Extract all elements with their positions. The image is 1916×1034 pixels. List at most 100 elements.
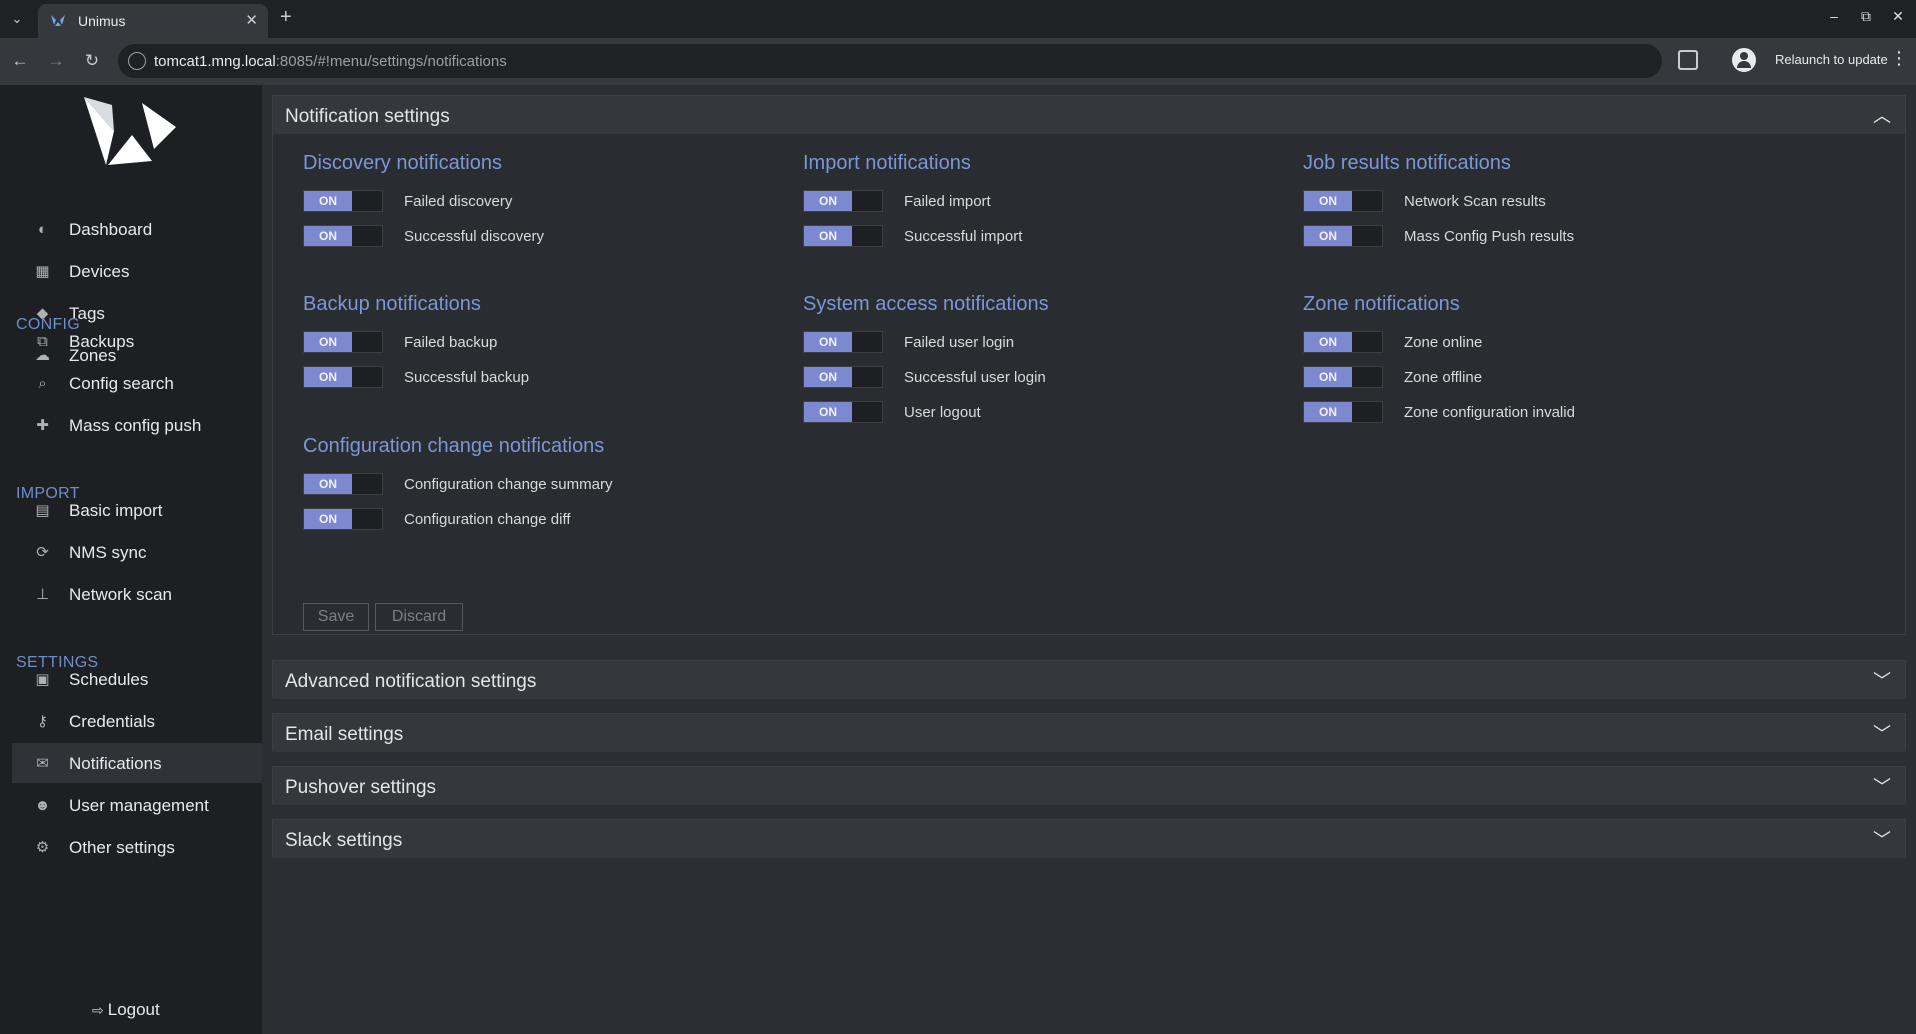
sidebar-item-label: Config search — [69, 374, 174, 393]
sidebar-item-credentials[interactable]: ⚷ Credentials — [12, 701, 262, 741]
toggle-failed-backup[interactable]: ON — [303, 331, 383, 353]
unimus-logo — [84, 97, 176, 165]
sidebar-item-notifications[interactable]: ✉ Notifications — [12, 743, 262, 783]
toggle-mass-config-push-results[interactable]: ON — [1303, 225, 1383, 247]
logout-icon: ⇨ — [92, 1002, 104, 1018]
toggle-zone-configuration-invalid[interactable]: ON — [1303, 401, 1383, 423]
chevron-down-icon[interactable]: ﹀ — [1873, 826, 1891, 852]
address-bar[interactable]: tomcat1.mng.local:8085/#!menu/settings/n… — [118, 44, 1662, 78]
toggle-on-label: ON — [804, 332, 852, 352]
group-title-discovery: Discovery notifications — [303, 152, 502, 174]
chevron-down-icon[interactable]: ﹀ — [1873, 773, 1891, 799]
sidebar-item-other-settings[interactable]: ⚙ Other settings — [12, 827, 262, 867]
calendar-icon: ▣ — [35, 671, 50, 688]
sidebar-item-mass-config-push[interactable]: ✚ Mass config push — [12, 405, 262, 445]
back-icon[interactable]: ← — [8, 49, 32, 73]
logout-link[interactable]: ⇨ Logout — [92, 1000, 160, 1020]
key-icon: ⚷ — [37, 713, 48, 730]
minimize-icon[interactable]: – — [1824, 8, 1844, 24]
restore-icon[interactable]: ⧉ — [1856, 8, 1876, 25]
toggle-zone-offline[interactable]: ON — [1303, 366, 1383, 388]
toggle-failed-import[interactable]: ON — [803, 190, 883, 212]
extensions-icon[interactable] — [1678, 50, 1698, 70]
toggle-label: Successful discovery — [404, 228, 545, 245]
reload-icon[interactable]: ↻ — [80, 49, 104, 73]
sidebar-item-label: Devices — [69, 262, 130, 281]
panel-header[interactable]: Email settings ﹀ — [273, 714, 1905, 752]
sidebar-item-backups[interactable]: ⧉ Backups — [12, 321, 262, 361]
group-title-zone: Zone notifications — [1303, 293, 1460, 315]
panel-pushover-settings[interactable]: Pushover settings ﹀ — [272, 766, 1906, 805]
sidebar-item-basic-import[interactable]: ▤ Basic import — [12, 490, 262, 530]
sidebar-item-label: Backups — [69, 332, 135, 351]
dashboard-icon: ◐ — [37, 221, 48, 238]
toggle-on-label: ON — [804, 191, 852, 211]
browser-menu-icon[interactable]: ⋮ — [1890, 48, 1908, 69]
panel-email-settings[interactable]: Email settings ﹀ — [272, 713, 1906, 752]
toggle-on-label: ON — [304, 226, 352, 246]
chevron-down-icon[interactable]: ﹀ — [1873, 667, 1891, 693]
toggle-successful-backup[interactable]: ON — [303, 366, 383, 388]
sidebar-item-user-management[interactable]: ☻ User management — [12, 785, 262, 825]
close-window-icon[interactable]: ✕ — [1888, 8, 1908, 25]
toggle-failed-user-login[interactable]: ON — [803, 331, 883, 353]
url-text: tomcat1.mng.local:8085/#!menu/settings/n… — [154, 53, 507, 70]
browser-tab[interactable]: Unimus ✕ — [38, 4, 268, 38]
sidebar-item-label: Credentials — [69, 712, 155, 731]
sidebar-item-dashboard[interactable]: ◐ Dashboard — [12, 209, 262, 249]
sidebar-item-config-search[interactable]: ⌕ Config search — [12, 363, 262, 403]
panel-slack-settings[interactable]: Slack settings ﹀ — [272, 819, 1906, 858]
panel-advanced-notification-settings[interactable]: Advanced notification settings ﹀ — [272, 660, 1906, 699]
toggle-label: Mass Config Push results — [1404, 228, 1575, 245]
sidebar-item-label: Basic import — [69, 501, 163, 520]
group-title-import: Import notifications — [803, 152, 971, 174]
users-icon: ☻ — [34, 797, 51, 814]
main-content: Notification settings ︿ Discovery notifi… — [262, 85, 1916, 1034]
panel-header[interactable]: Advanced notification settings ﹀ — [273, 661, 1905, 699]
gears-icon: ⚙ — [35, 839, 50, 856]
sidebar-item-label: Schedules — [69, 670, 149, 689]
site-info-icon[interactable] — [128, 52, 146, 70]
profile-avatar-icon[interactable] — [1732, 48, 1756, 72]
toggle-zone-online[interactable]: ON — [1303, 331, 1383, 353]
panel-title: Slack settings — [285, 830, 403, 851]
group-title-job-results: Job results notifications — [1303, 152, 1511, 174]
save-button[interactable]: Save — [303, 603, 369, 631]
chevron-up-icon[interactable]: ︿ — [1873, 102, 1891, 128]
tab-search-chevron-icon[interactable]: ⌄ — [6, 8, 28, 30]
toggle-successful-import[interactable]: ON — [803, 225, 883, 247]
relaunch-button[interactable]: Relaunch to update — [1775, 52, 1888, 67]
sidebar-item-devices[interactable]: ▦ Devices — [12, 251, 262, 291]
toggle-on-label: ON — [304, 367, 352, 387]
toggle-network-scan-results[interactable]: ON — [1303, 190, 1383, 212]
sidebar-item-schedules[interactable]: ▣ Schedules — [12, 659, 262, 699]
toggle-on-label: ON — [304, 191, 352, 211]
toggle-failed-discovery[interactable]: ON — [303, 190, 383, 212]
sidebar-item-label: User management — [69, 796, 209, 815]
toggle-label: Configuration change summary — [404, 476, 613, 493]
network-icon: ⊥ — [35, 586, 50, 603]
chevron-down-icon[interactable]: ﹀ — [1873, 720, 1891, 746]
sidebar-item-nms-sync[interactable]: ⟳ NMS sync — [12, 532, 262, 572]
panel-header[interactable]: Slack settings ﹀ — [273, 820, 1905, 858]
toggle-successful-user-login[interactable]: ON — [803, 366, 883, 388]
panel-title: Pushover settings — [285, 777, 437, 798]
new-tab-icon[interactable]: + — [280, 6, 292, 29]
toggle-on-label: ON — [304, 509, 352, 529]
browser-tab-bar: ⌄ Unimus ✕ + – ⧉ ✕ — [0, 0, 1916, 38]
toggle-label: Network Scan results — [1404, 193, 1546, 210]
sidebar-item-network-scan[interactable]: ⊥ Network scan — [12, 574, 262, 614]
toggle-configuration-change-diff[interactable]: ON — [303, 508, 383, 530]
notification-settings-header[interactable]: Notification settings ︿ — [273, 96, 1905, 134]
close-tab-icon[interactable]: ✕ — [245, 11, 258, 29]
toggle-user-logout[interactable]: ON — [803, 401, 883, 423]
discard-button[interactable]: Discard — [375, 603, 463, 631]
forward-icon[interactable]: → — [44, 49, 68, 73]
toggle-on-label: ON — [304, 474, 352, 494]
toggle-configuration-change-summary[interactable]: ON — [303, 473, 383, 495]
sidebar-item-label: Notifications — [69, 754, 162, 773]
toggle-successful-discovery[interactable]: ON — [303, 225, 383, 247]
sidebar-item-label: Network scan — [69, 585, 172, 604]
panel-header[interactable]: Pushover settings ﹀ — [273, 767, 1905, 805]
toggle-label: Successful backup — [404, 369, 530, 386]
